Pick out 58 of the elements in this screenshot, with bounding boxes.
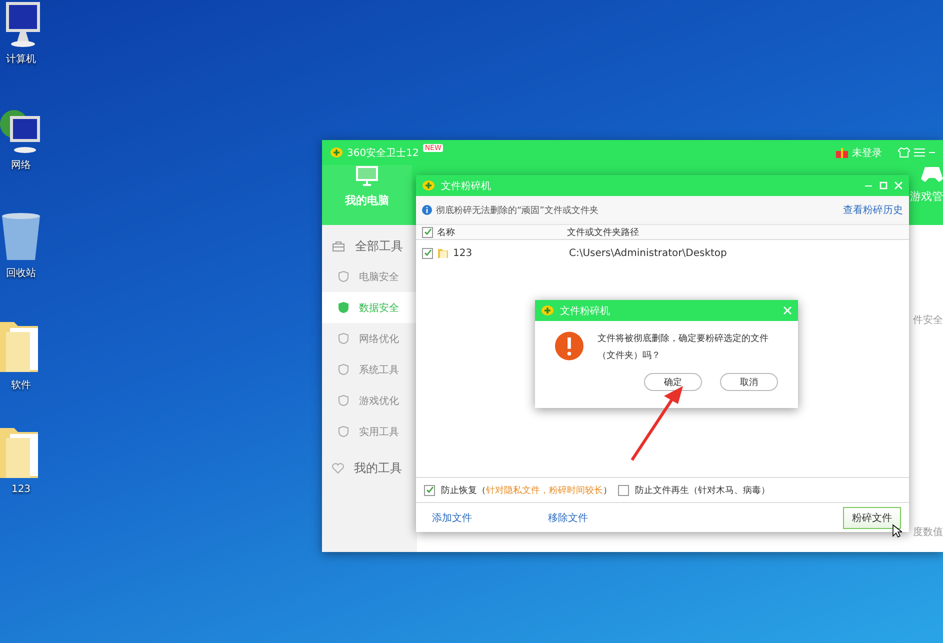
desktop-icon-label[interactable]: 回收站 <box>6 266 36 280</box>
sidebar-item[interactable]: 游戏优化 <box>322 385 417 416</box>
desktop-icon-label[interactable]: 软件 <box>11 378 31 392</box>
desktop-icon-label[interactable]: 网络 <box>11 158 31 172</box>
menu-icon[interactable] <box>914 148 925 157</box>
select-all-checkbox[interactable] <box>422 226 433 238</box>
monitor-icon <box>355 165 379 187</box>
file-name: 123 <box>453 248 474 258</box>
desktop-icon-label[interactable]: 123 <box>11 484 31 495</box>
info-icon <box>422 205 432 215</box>
info-text: 彻底粉碎无法删除的“顽固”文件或文件夹 <box>436 204 598 216</box>
shirt-icon[interactable] <box>898 147 910 158</box>
option-label: 防止恢复（针对隐私文件，粉碎时间较长） <box>441 484 612 496</box>
shield-icon <box>338 395 349 406</box>
partial-text: 度数值 <box>913 526 943 539</box>
app-title: 360安全卫士12 <box>347 146 419 160</box>
sidebar-header[interactable]: 全部工具 <box>355 238 403 254</box>
heart-icon <box>332 462 344 474</box>
app-logo-icon <box>541 305 554 316</box>
row-checkbox[interactable] <box>422 248 433 258</box>
column-header[interactable]: 文件或文件夹路径 <box>567 226 639 238</box>
sidebar-item[interactable]: 网络优化 <box>322 323 417 354</box>
close-icon[interactable] <box>783 306 792 315</box>
option-checkbox[interactable] <box>424 484 435 496</box>
file-path: C:\Users\Administrator\Desktop <box>569 248 727 258</box>
column-header[interactable]: 名称 <box>437 226 563 238</box>
folder-icon <box>437 247 449 259</box>
sidebar-item[interactable]: 电脑安全 <box>322 261 417 292</box>
desktop-icon-label[interactable]: 计算机 <box>6 52 36 66</box>
sidebar-footer[interactable]: 我的工具 <box>354 460 402 476</box>
warning-icon <box>555 331 584 361</box>
shred-button[interactable]: 粉碎文件 <box>843 506 901 528</box>
remove-file-link[interactable]: 移除文件 <box>548 510 588 524</box>
sidebar-item[interactable]: 系统工具 <box>322 354 417 385</box>
app-logo-icon <box>330 147 343 158</box>
history-link[interactable]: 查看粉碎历史 <box>843 203 903 217</box>
cancel-button[interactable]: 取消 <box>720 373 778 391</box>
toolbox-icon <box>332 240 345 252</box>
window-title: 文件粉碎机 <box>441 180 491 192</box>
option-checkbox[interactable] <box>618 484 629 496</box>
gamepad-icon <box>921 165 943 183</box>
maximize-icon[interactable] <box>879 181 888 190</box>
app-logo-icon <box>422 180 435 191</box>
confirm-button[interactable]: 确定 <box>644 373 702 391</box>
shield-icon <box>338 364 349 375</box>
sidebar-item[interactable]: 实用工具 <box>322 416 417 447</box>
partial-text: 件安全 <box>913 314 943 327</box>
add-file-link[interactable]: 添加文件 <box>432 510 472 524</box>
option-label: 防止文件再生（针对木马、病毒） <box>635 484 770 496</box>
dialog-message: 文件将被彻底删除，确定要粉碎选定的文件（文件夹）吗？ <box>598 332 770 363</box>
shield-icon <box>338 426 349 437</box>
shield-icon <box>338 271 349 282</box>
shield-icon <box>338 333 349 344</box>
dialog-title: 文件粉碎机 <box>560 304 610 318</box>
gift-icon[interactable] <box>836 148 848 158</box>
recycle-bin-icon[interactable] <box>0 212 42 262</box>
close-icon[interactable] <box>894 181 903 190</box>
shield-icon <box>338 302 349 313</box>
